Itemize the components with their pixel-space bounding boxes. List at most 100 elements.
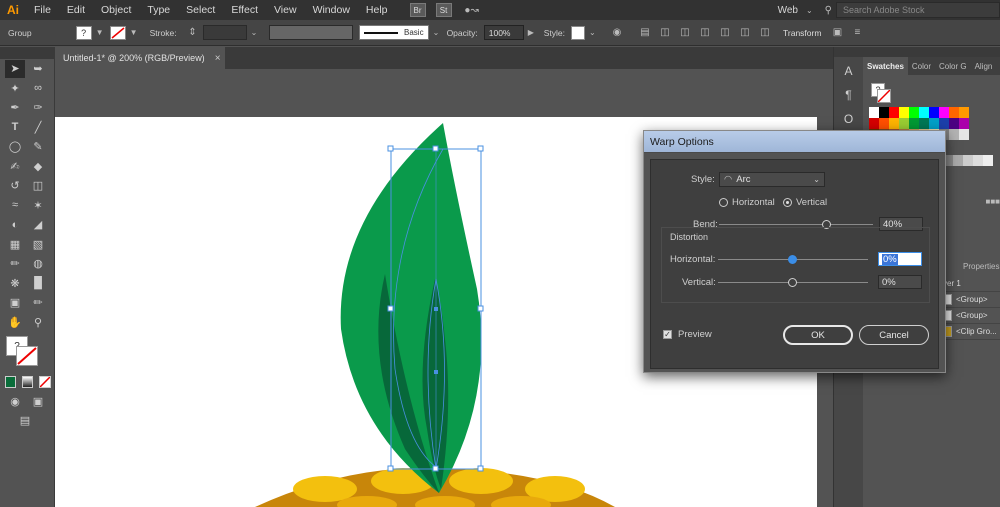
chevron-down-icon[interactable]: ⌄ — [589, 28, 599, 37]
swatch[interactable] — [869, 107, 879, 118]
color-mode-button[interactable] — [5, 375, 16, 388]
rotate-tool-icon[interactable]: ↺ — [5, 177, 25, 195]
menu-window[interactable]: Window — [305, 0, 358, 20]
menu-effect[interactable]: Effect — [223, 0, 266, 20]
warp-tool-icon[interactable]: ≈ — [5, 196, 25, 214]
selection-handle[interactable] — [387, 465, 394, 472]
selection-handle[interactable] — [477, 305, 484, 312]
swatch[interactable] — [959, 129, 969, 140]
eyedropper-tool-icon[interactable]: ✏ — [5, 255, 25, 273]
vertical-radio[interactable] — [783, 198, 792, 207]
swatch[interactable] — [899, 118, 909, 129]
ok-button[interactable]: OK — [783, 325, 853, 345]
chevron-right-icon[interactable]: ▶ — [528, 28, 538, 37]
align-middle-icon[interactable]: ◫ — [737, 25, 753, 41]
line-tool-icon[interactable]: ╱ — [28, 118, 48, 136]
scale-tool-icon[interactable]: ◫ — [28, 177, 48, 195]
menu-view[interactable]: View — [266, 0, 305, 20]
stroke-swatch[interactable] — [109, 25, 126, 40]
selection-handle[interactable] — [477, 145, 484, 152]
paragraph-panel-icon[interactable]: ¶ — [839, 85, 859, 105]
stepper-icon[interactable]: ⇕ — [185, 25, 201, 41]
transform-button[interactable]: Transform — [779, 28, 825, 38]
align-to-icon[interactable]: ▤ — [637, 25, 653, 41]
chevron-down-icon[interactable]: ▼ — [96, 28, 106, 37]
magic-wand-tool-icon[interactable]: ✦ — [5, 79, 25, 97]
align-left-icon[interactable]: ◫ — [657, 25, 673, 41]
swatch[interactable] — [919, 118, 929, 129]
swatch[interactable] — [909, 118, 919, 129]
selection-handle[interactable] — [432, 465, 439, 472]
vertical-distortion-knob[interactable] — [788, 278, 797, 287]
opentype-panel-icon[interactable]: O — [839, 109, 859, 129]
shape-builder-tool-icon[interactable]: ◐ — [5, 216, 25, 234]
stroke-weight-field[interactable] — [202, 25, 247, 40]
swatch[interactable] — [953, 155, 963, 166]
layer-row[interactable]: <Clip Gro... — [943, 324, 1000, 340]
layer-row[interactable]: <Group> — [943, 292, 1000, 308]
horizontal-radio[interactable] — [719, 198, 728, 207]
swatch[interactable] — [929, 107, 939, 118]
swatch[interactable] — [909, 107, 919, 118]
document-tab[interactable]: Untitled-1* @ 200% (RGB/Preview) × — [55, 47, 225, 69]
graphic-style-swatch[interactable] — [571, 25, 586, 40]
swatch[interactable] — [869, 118, 879, 129]
slice-tool-icon[interactable]: ✏ — [28, 294, 48, 312]
gradient-mode-button[interactable] — [22, 375, 33, 388]
isolate-icon[interactable]: ▣ — [829, 25, 845, 41]
horizontal-distortion-knob[interactable] — [788, 255, 797, 264]
brush-definition[interactable]: Basic — [358, 25, 429, 40]
swatch[interactable] — [949, 129, 959, 140]
chevron-down-icon[interactable]: ▼ — [130, 28, 140, 37]
align-top-icon[interactable]: ◫ — [717, 25, 733, 41]
chevron-down-icon[interactable]: ⌄ — [806, 6, 813, 15]
swatch[interactable] — [949, 107, 959, 118]
swatch[interactable] — [899, 107, 909, 118]
hand-tool-icon[interactable]: ✋ — [5, 313, 25, 331]
align-bottom-icon[interactable]: ◫ — [757, 25, 773, 41]
tab-swatches[interactable]: Swatches — [863, 57, 908, 75]
variable-width-profile[interactable] — [268, 25, 353, 40]
menu-object[interactable]: Object — [93, 0, 139, 20]
swatch[interactable] — [939, 107, 949, 118]
direct-selection-tool-icon[interactable]: ➥ — [28, 60, 48, 78]
artboard-tool-icon[interactable]: ▣ — [5, 294, 25, 312]
recolor-icon[interactable]: ◉ — [609, 25, 625, 41]
screen-mode-icon[interactable]: ▣ — [28, 392, 48, 410]
panel-menu-icon[interactable]: ≡ — [849, 25, 865, 41]
pin-tool-icon[interactable]: ✶ — [28, 196, 48, 214]
shaper-tool-icon[interactable]: ✍ — [5, 157, 25, 175]
swatch[interactable] — [889, 107, 899, 118]
tab-align[interactable]: Align — [971, 57, 997, 75]
menu-type[interactable]: Type — [139, 0, 178, 20]
opacity-input[interactable]: 100% — [483, 25, 524, 40]
workspace-switcher[interactable]: Web — [770, 5, 806, 16]
blend-tool-icon[interactable]: ◍ — [28, 255, 48, 273]
anchor-point[interactable] — [434, 307, 438, 311]
chevron-down-icon[interactable]: ⌄ — [251, 28, 261, 37]
column-graph-tool-icon[interactable]: █ — [28, 274, 48, 292]
selection-handle[interactable] — [387, 145, 394, 152]
gpu-icon[interactable]: ●↝ — [460, 3, 484, 17]
menu-edit[interactable]: Edit — [59, 0, 93, 20]
type-tool-icon[interactable]: T — [5, 118, 25, 136]
swatch[interactable] — [983, 155, 993, 166]
none-mode-button[interactable] — [39, 375, 51, 388]
change-screen-mode-icon[interactable]: ▤ — [15, 412, 35, 430]
menu-file[interactable]: File — [26, 0, 59, 20]
gradient-tool-icon[interactable]: ▧ — [28, 235, 48, 253]
chevron-down-icon[interactable]: ⌄ — [433, 28, 443, 37]
symbol-sprayer-tool-icon[interactable]: ❋ — [5, 274, 25, 292]
draw-mode-icon[interactable]: ◉ — [5, 392, 25, 410]
curvature-tool-icon[interactable]: ✑ — [28, 99, 48, 117]
align-right-icon[interactable]: ◫ — [697, 25, 713, 41]
pen-tool-icon[interactable]: ✒ — [5, 99, 25, 117]
zoom-tool-icon[interactable]: ⚲ — [28, 313, 48, 331]
swatch-stroke-preview[interactable] — [877, 89, 891, 103]
tab-color[interactable]: Color — [908, 57, 935, 75]
fill-swatch[interactable]: ? — [75, 25, 92, 40]
selection-tool-icon[interactable]: ➤ — [5, 59, 25, 78]
dialog-title[interactable]: Warp Options — [644, 131, 945, 153]
swatch[interactable] — [879, 118, 889, 129]
swatch-panel-menu-icon[interactable]: ■■■ — [943, 197, 1000, 209]
